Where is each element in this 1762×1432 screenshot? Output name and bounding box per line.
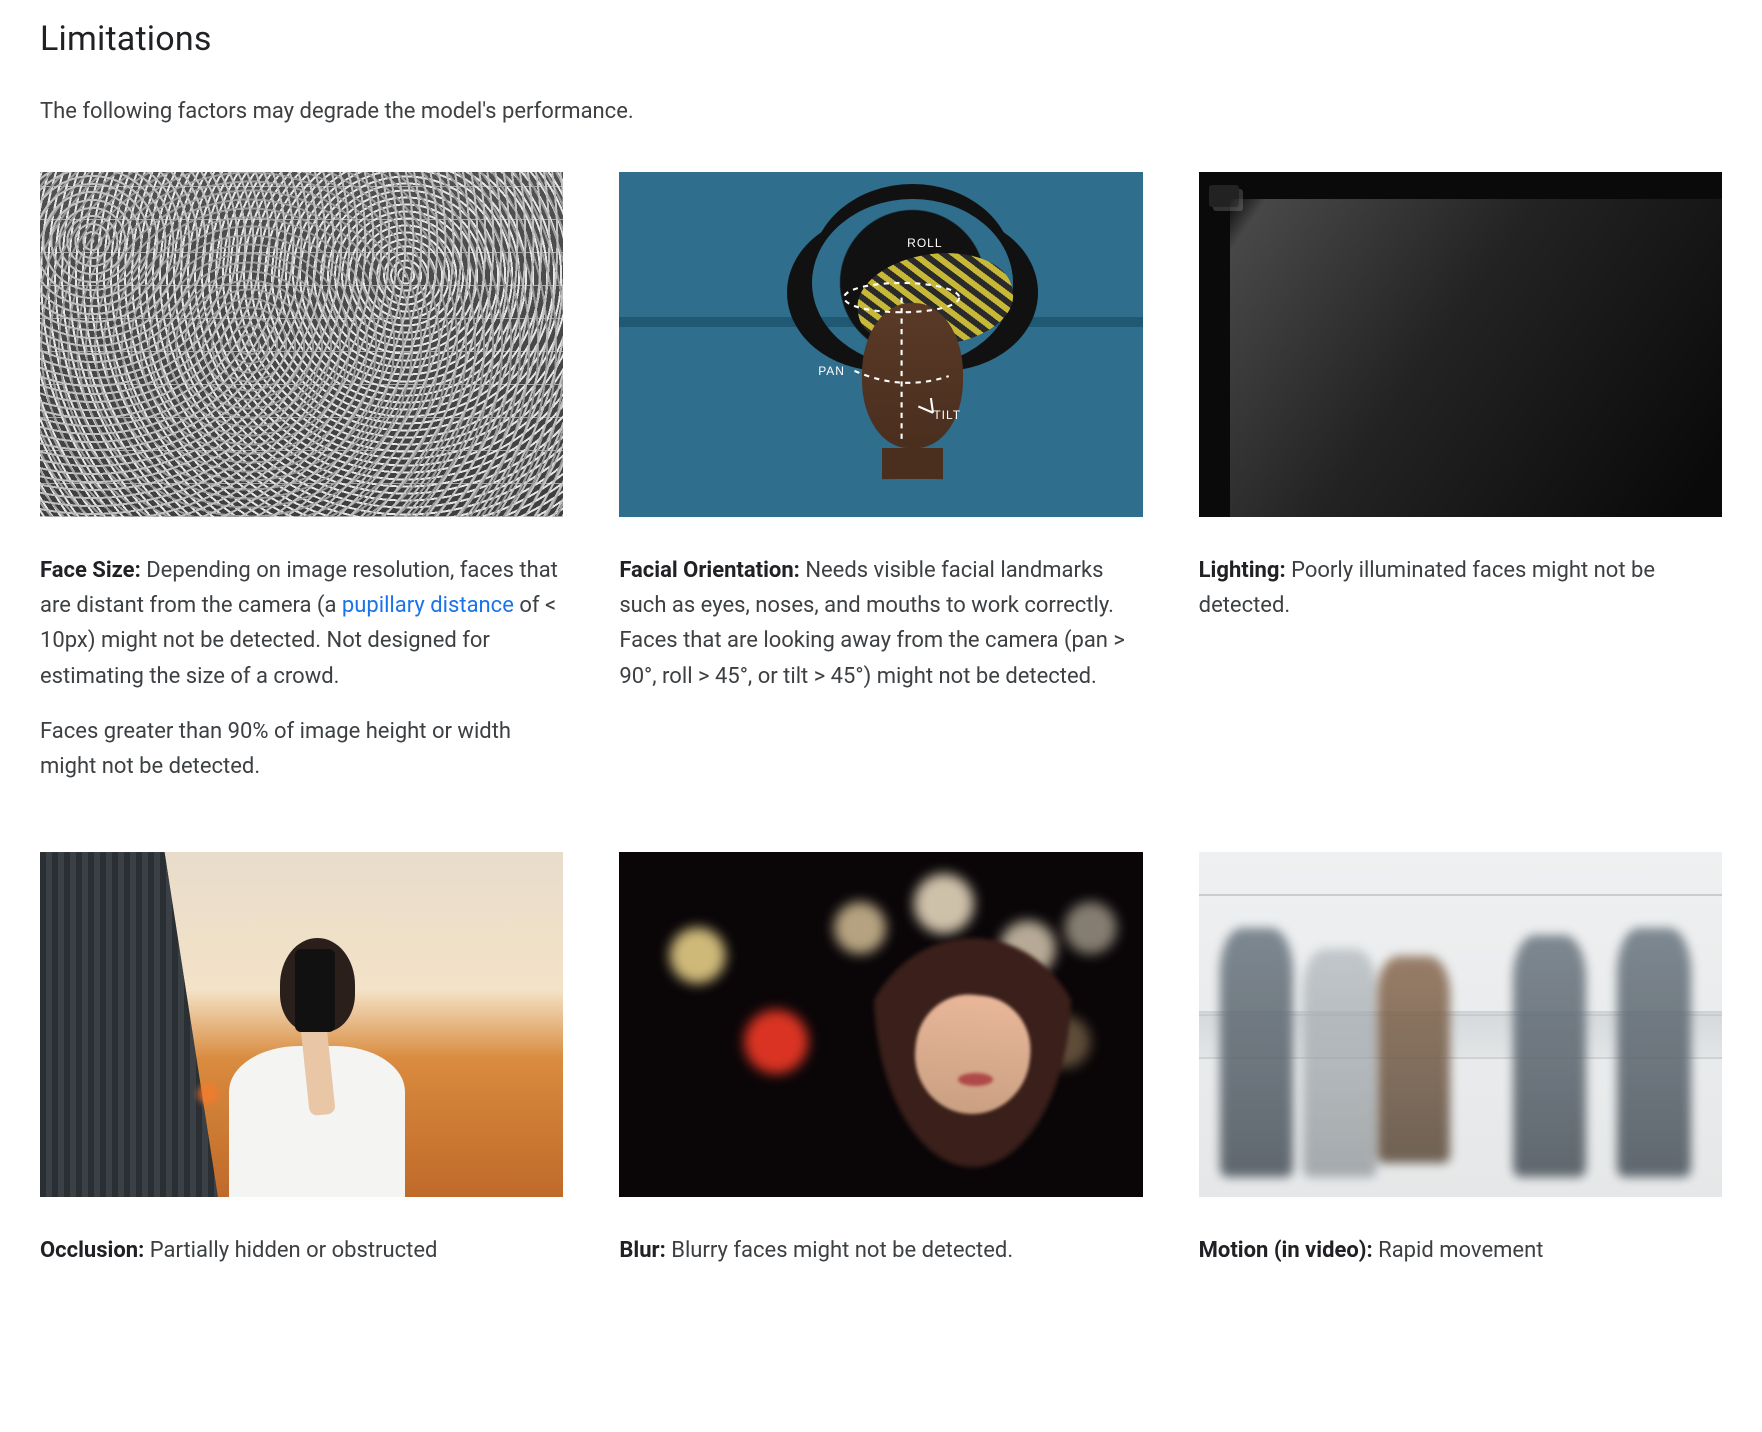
- card-lighting: Lighting: Poorly illuminated faces might…: [1199, 172, 1722, 805]
- card-title: Facial Orientation:: [619, 558, 800, 583]
- section-heading: Limitations: [40, 12, 1722, 66]
- illustration-blur: [619, 852, 1142, 1197]
- illustration-occlusion: [40, 852, 563, 1197]
- orientation-label-pan: PAN: [818, 362, 845, 381]
- card-facial-orientation-desc: Facial Orientation: Needs visible facial…: [619, 553, 1142, 694]
- card-lighting-desc: Lighting: Poorly illuminated faces might…: [1199, 553, 1722, 623]
- card-motion: Motion (in video): Rapid movement: [1199, 852, 1722, 1289]
- card-body: Partially hidden or obstructed: [144, 1238, 437, 1263]
- card-face-size-desc: Face Size: Depending on image resolution…: [40, 553, 563, 694]
- illustration-facial-orientation: ROLL PAN TILT: [619, 172, 1142, 517]
- section-intro: The following factors may degrade the mo…: [40, 94, 1722, 129]
- card-blur-desc: Blur: Blurry faces might not be detected…: [619, 1233, 1142, 1268]
- illustration-motion: [1199, 852, 1722, 1197]
- card-body: Blurry faces might not be detected.: [666, 1238, 1013, 1263]
- card-motion-desc: Motion (in video): Rapid movement: [1199, 1233, 1722, 1268]
- orientation-label-tilt: TILT: [933, 406, 961, 425]
- card-title: Face Size:: [40, 558, 141, 583]
- card-title: Motion (in video):: [1199, 1238, 1373, 1263]
- card-body: Rapid movement: [1373, 1238, 1544, 1263]
- card-face-size: Face Size: Depending on image resolution…: [40, 172, 563, 805]
- illustration-face-size: [40, 172, 563, 517]
- card-occlusion-desc: Occlusion: Partially hidden or obstructe…: [40, 1233, 563, 1268]
- card-blur: Blur: Blurry faces might not be detected…: [619, 852, 1142, 1289]
- card-occlusion: Occlusion: Partially hidden or obstructe…: [40, 852, 563, 1289]
- card-title: Lighting:: [1199, 558, 1286, 583]
- illustration-lighting: [1199, 172, 1722, 517]
- card-face-size-extra: Faces greater than 90% of image height o…: [40, 714, 563, 784]
- card-title: Blur:: [619, 1238, 665, 1263]
- card-facial-orientation: ROLL PAN TILT Facial Orientation: Needs …: [619, 172, 1142, 805]
- pupillary-distance-link[interactable]: pupillary distance: [342, 593, 514, 618]
- orientation-label-roll: ROLL: [907, 234, 942, 253]
- limitations-grid: Face Size: Depending on image resolution…: [40, 172, 1722, 1289]
- card-title: Occlusion:: [40, 1238, 144, 1263]
